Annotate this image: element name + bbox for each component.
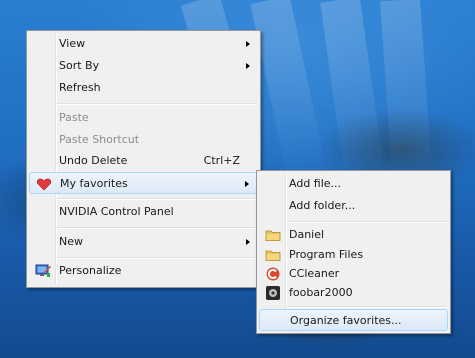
menu-item-label: Add file... xyxy=(289,177,342,190)
favorite-item-daniel[interactable]: Daniel xyxy=(259,224,448,246)
ccleaner-icon xyxy=(265,266,281,282)
menu-item-personalize[interactable]: Personalize xyxy=(29,260,258,282)
light-ray xyxy=(320,0,385,182)
menu-item-add-file[interactable]: Add file... xyxy=(259,173,448,195)
personalize-icon xyxy=(35,263,51,279)
menu-separator xyxy=(287,221,447,223)
menu-item-refresh[interactable]: Refresh xyxy=(29,77,258,99)
submenu-arrow-icon xyxy=(246,63,250,69)
menu-separator xyxy=(57,227,257,229)
menu-item-new[interactable]: New xyxy=(29,231,258,253)
heart-icon xyxy=(36,176,52,192)
menu-item-label: View xyxy=(59,37,86,50)
menu-item-nvidia-control-panel[interactable]: NVIDIA Control Panel xyxy=(29,201,258,223)
menu-item-label: Refresh xyxy=(59,81,101,94)
menu-separator xyxy=(287,306,447,308)
menu-item-undo-delete[interactable]: Undo Delete Ctrl+Z xyxy=(29,150,258,172)
menu-item-paste-shortcut[interactable]: Paste Shortcut xyxy=(29,129,258,151)
favorite-item-foobar2000[interactable]: foobar2000 xyxy=(259,282,448,304)
menu-item-label: foobar2000 xyxy=(289,286,353,299)
menu-item-view[interactable]: View xyxy=(29,33,258,55)
menu-item-label: Personalize xyxy=(59,264,122,277)
desktop-context-menu: View Sort By Refresh Paste Paste Shortcu… xyxy=(26,30,261,288)
light-ray xyxy=(380,0,433,181)
menu-item-paste[interactable]: Paste xyxy=(29,107,258,129)
menu-item-label: Undo Delete xyxy=(59,154,128,167)
menu-item-label: My favorites xyxy=(60,177,128,190)
submenu-arrow-icon xyxy=(246,41,250,47)
favorites-submenu: Add file... Add folder... Daniel Program… xyxy=(256,170,451,334)
foobar2000-icon xyxy=(265,285,281,301)
menu-separator xyxy=(57,198,257,200)
submenu-arrow-icon xyxy=(245,181,249,187)
menu-separator xyxy=(57,103,257,105)
menu-item-label: Paste Shortcut xyxy=(59,133,140,146)
menu-item-label: Organize favorites... xyxy=(290,314,402,327)
menu-item-label: Add folder... xyxy=(289,199,356,212)
menu-item-label: Sort By xyxy=(59,59,100,72)
menu-item-add-folder[interactable]: Add folder... xyxy=(259,195,448,217)
menu-item-label: Paste xyxy=(59,111,89,124)
menu-item-my-favorites[interactable]: My favorites xyxy=(29,172,258,194)
menu-item-label: Daniel xyxy=(289,228,325,241)
menu-separator xyxy=(57,257,257,259)
menu-item-label: NVIDIA Control Panel xyxy=(59,205,174,218)
folder-icon xyxy=(265,247,281,263)
menu-item-shortcut: Ctrl+Z xyxy=(203,154,240,167)
menu-item-organize-favorites[interactable]: Organize favorites... xyxy=(259,309,448,331)
menu-item-sort-by[interactable]: Sort By xyxy=(29,55,258,77)
submenu-arrow-icon xyxy=(246,239,250,245)
folder-icon xyxy=(265,227,281,243)
menu-item-label: New xyxy=(59,235,83,248)
